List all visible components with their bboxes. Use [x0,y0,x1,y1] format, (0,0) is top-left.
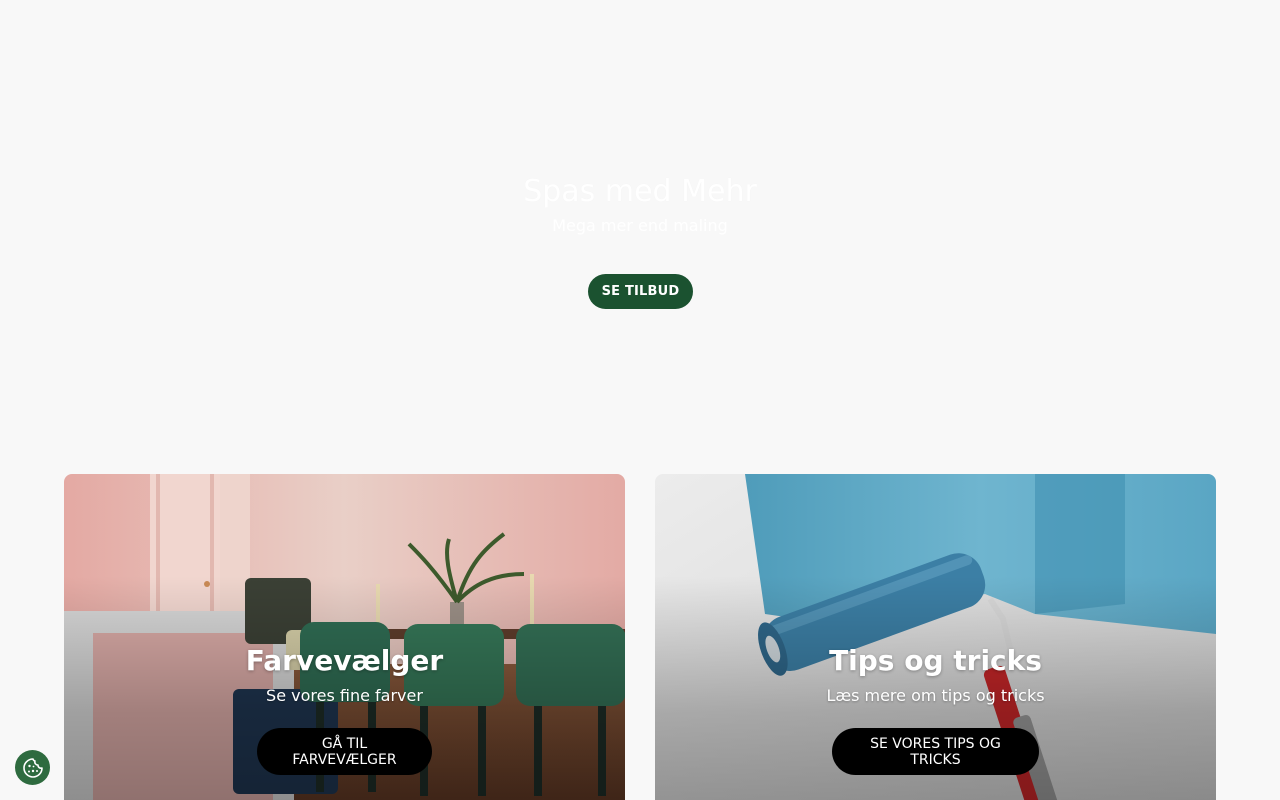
hero-section: Spas med Mehr Mega mer end maling SE TIL… [0,0,1280,440]
card-subtitle: Se vores fine farver [266,686,423,705]
cookie-icon [22,757,43,778]
tips-and-tricks-card[interactable]: Tips og tricks Læs mere om tips og trick… [655,474,1216,800]
see-tips-and-tricks-button[interactable]: SE VORES TIPS OG TRICKS [832,728,1039,775]
hero-title: Spas med Mehr [523,174,757,209]
card-title: Tips og tricks [829,644,1042,677]
cookie-settings-button[interactable] [15,750,50,785]
card-subtitle: Læs mere om tips og tricks [826,686,1045,705]
go-to-color-picker-button[interactable]: GÅ TIL FARVEVÆLGER [257,728,432,775]
hero-subtitle: Mega mer end maling [552,216,728,235]
color-picker-card[interactable]: Farvevælger Se vores fine farver GÅ TIL … [64,474,625,800]
card-title: Farvevælger [245,644,444,677]
se-tilbud-button[interactable]: SE TILBUD [588,274,693,309]
